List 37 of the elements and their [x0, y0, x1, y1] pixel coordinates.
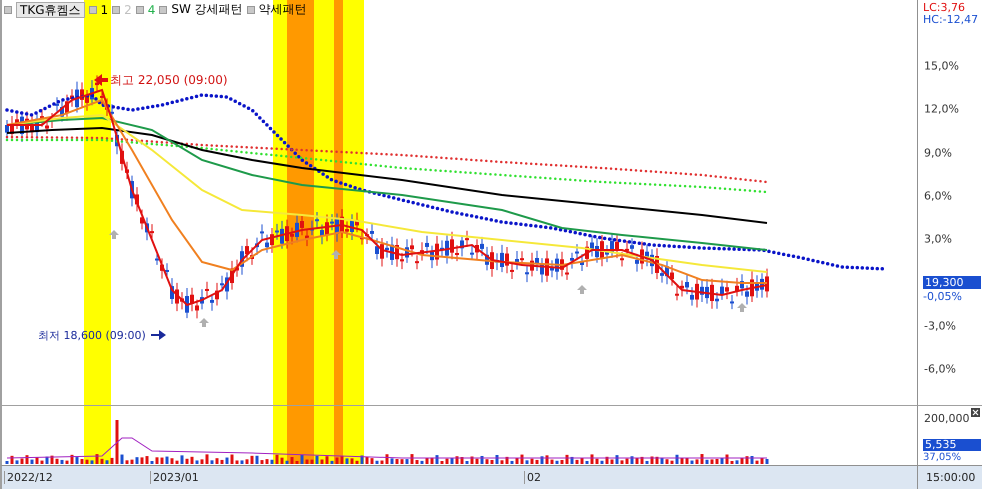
- up-arrow-icon: [577, 285, 587, 294]
- legend-label: 1: [100, 2, 108, 16]
- axis-tick-label: 15,0%: [924, 60, 959, 72]
- up-arrow-icon: [331, 250, 341, 259]
- axis-tick-label: 9,0%: [924, 146, 952, 160]
- current-price-label: 19,300: [923, 276, 981, 289]
- current-volume-label: 5,535: [923, 439, 981, 451]
- legend-marker-icon: [246, 6, 255, 14]
- up-arrow-icon: [737, 303, 747, 312]
- legend-marker-icon: [112, 6, 120, 14]
- date-label: 2022/12: [4, 471, 53, 484]
- date-label: 02: [524, 471, 541, 484]
- left-arrow-icon: [94, 74, 108, 86]
- axis-tick-label: 3,0%: [924, 232, 952, 246]
- axis-tick-label: 6,0%: [924, 189, 952, 202]
- axis-tick-label: 200,000: [924, 412, 970, 425]
- right-arrow-icon: [151, 330, 166, 340]
- legend-label: 4: [148, 2, 156, 16]
- hc-value: HC:-12,47: [923, 13, 978, 26]
- lc-value: LC:3,76: [923, 1, 966, 14]
- legend-marker-icon: [159, 6, 168, 14]
- legend-label: SW 강세패턴: [171, 1, 243, 18]
- time-label: 15:00:00: [926, 471, 976, 484]
- axis-tick-label: -6,0%: [924, 362, 956, 376]
- legend-label: 2: [124, 2, 132, 16]
- up-arrow-icon: [199, 318, 209, 327]
- legend-marker-icon: [4, 6, 12, 14]
- stock-name-button[interactable]: TKG휴켐스: [16, 2, 84, 18]
- volume-ratio-label: 37,05%: [923, 452, 962, 464]
- up-arrow-icon: [109, 230, 119, 239]
- axis-tick-label: 12,0%: [924, 102, 959, 116]
- high-price-annotation: 최고 22,050 (09:00): [110, 72, 228, 89]
- close-icon[interactable]: [971, 408, 980, 417]
- date-label: 2023/01: [150, 471, 199, 484]
- price-change-label: -0,05%: [923, 290, 962, 303]
- axis-tick-label: -3,0%: [924, 319, 956, 332]
- legend-marker-icon: [136, 6, 144, 14]
